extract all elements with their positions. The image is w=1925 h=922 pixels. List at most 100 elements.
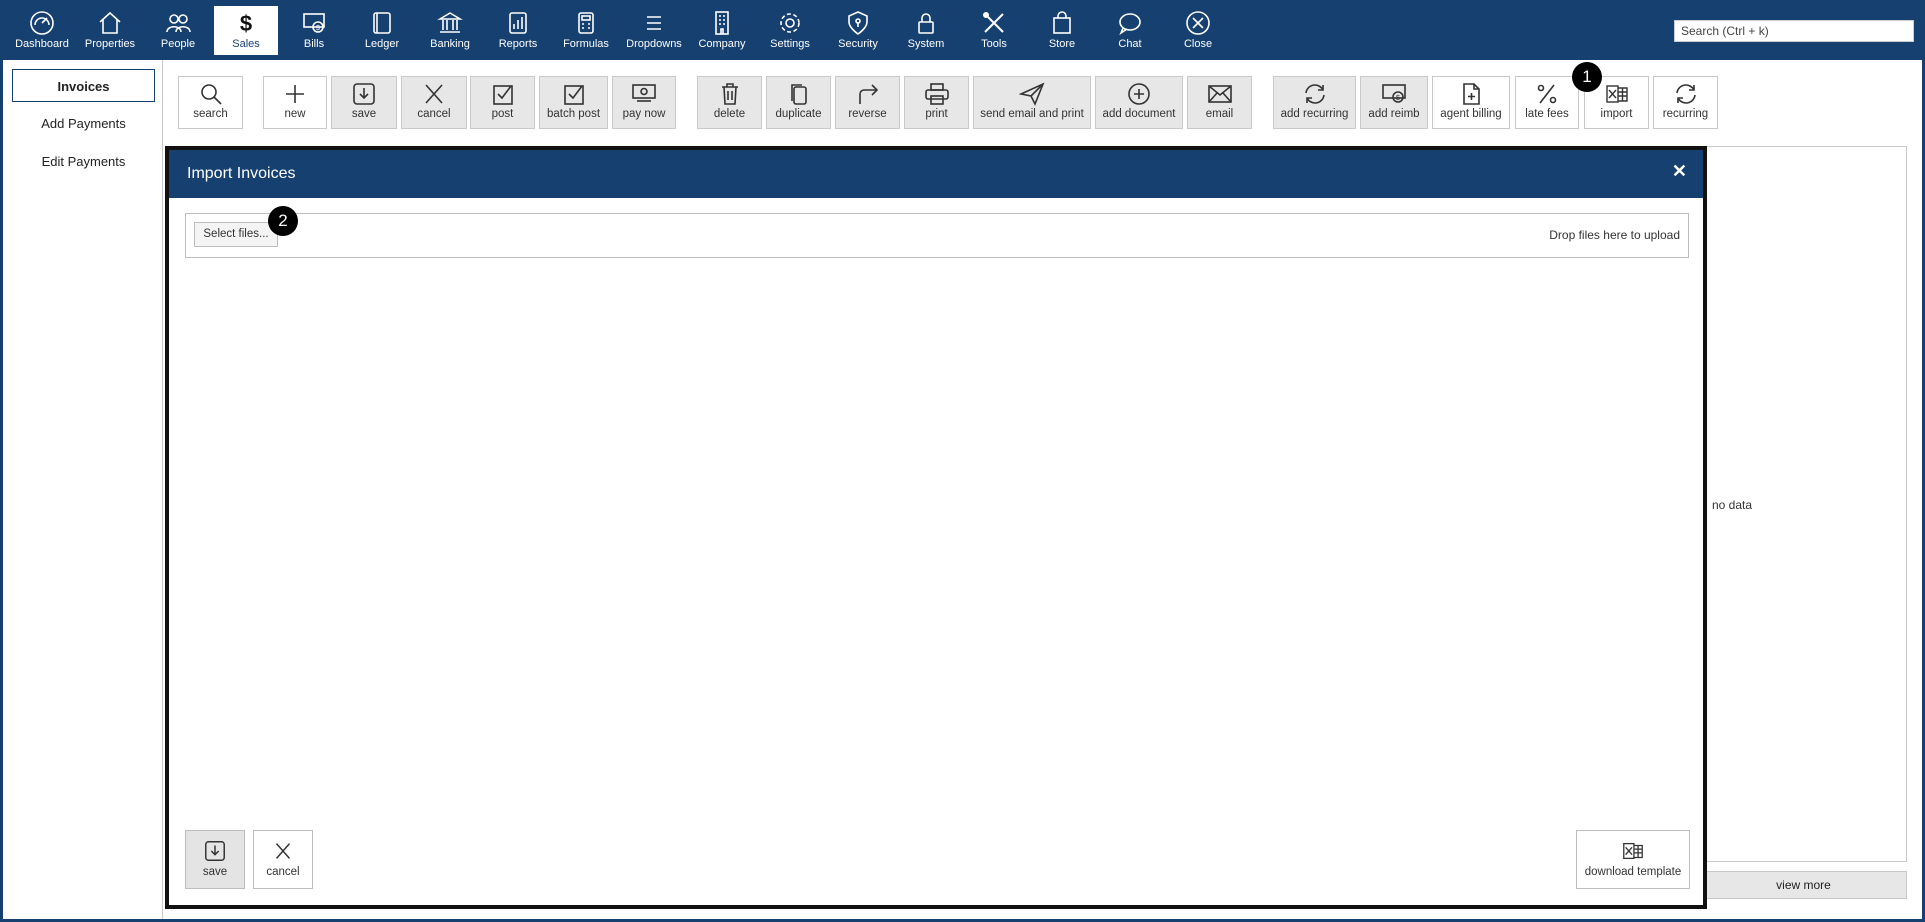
add-document-button-label: add document [1102,108,1176,120]
money-icon [632,84,656,102]
nav-tools[interactable]: Tools [962,6,1026,55]
add-recurring-button[interactable]: add recurring [1273,76,1356,129]
late-fees-button[interactable]: late fees [1515,76,1579,129]
bank-icon [437,12,463,33]
sidebar-item-add-payments[interactable]: Add Payments [12,107,155,140]
x-icon [425,84,443,104]
nav-close[interactable]: Close [1166,6,1230,55]
nav-dashboard[interactable]: Dashboard [10,6,74,55]
pay-now-button[interactable]: pay now [612,76,676,129]
email-button-label: email [1205,108,1234,120]
sidebar-item-invoices[interactable]: Invoices [12,69,155,102]
nav-sales-label: Sales [232,38,260,50]
delete-button-label: delete [713,108,746,120]
import-button-label: import [1600,108,1633,120]
nav-dashboard-label: Dashboard [15,38,69,50]
recurring-button[interactable]: recurring [1653,76,1718,129]
nav-reports-label: Reports [498,38,538,50]
people-icon [166,14,191,33]
svg-text:$: $ [316,25,320,32]
nav-properties-label: Properties [84,38,136,50]
bag-icon [1053,11,1071,34]
close-icon[interactable]: ✕ [1672,161,1687,182]
agent-billing-button-label: agent billing [1440,108,1502,120]
close-circle-icon [1186,11,1210,35]
bill-icon: $ [303,13,325,33]
print-button-label: print [925,108,948,120]
send-email-and-print-button[interactable]: send email and print [973,76,1091,129]
nav-close-label: Close [1183,38,1213,50]
search-button[interactable]: search [178,76,243,129]
dialog-cancel-button[interactable]: cancel [253,830,313,889]
batch-post-button-label: batch post [546,108,601,120]
nav-company-label: Company [698,38,746,50]
nav-bills-label: Bills [303,38,325,50]
search-icon [200,84,222,105]
save-icon [205,841,225,861]
nav-chat[interactable]: Chat [1098,6,1162,55]
nav-ledger[interactable]: Ledger [350,6,414,55]
duplicate-button-label: duplicate [775,108,822,120]
add-reimb-button[interactable]: $ add reimb [1360,76,1428,129]
select-files-button[interactable]: Select files... [194,222,278,247]
check-box-icon [563,85,584,105]
batch-post-button[interactable]: batch post [539,76,608,129]
print-button[interactable]: print [904,76,969,129]
add-document-button[interactable]: add document [1095,76,1183,129]
nav-bills[interactable]: $ Bills [282,6,346,55]
save-button-label: save [351,108,377,120]
nav-reports[interactable]: Reports [486,6,550,55]
send-icon [1019,82,1045,106]
download-template-button[interactable]: download template [1576,830,1690,889]
cancel-button[interactable]: cancel [401,76,467,129]
top-navigation: Dashboard Properties People $ Sales $ Bi… [0,0,1925,60]
post-button-label: post [491,108,514,120]
plus-circle-icon [1128,83,1150,105]
grid-empty-text: no data [1712,498,1753,512]
nav-system[interactable]: System [894,6,958,55]
delete-button[interactable]: delete [697,76,762,129]
redo-arrow-icon [858,84,878,104]
nav-dropdowns[interactable]: Dropdowns [622,6,686,55]
nav-chat-label: Chat [1118,38,1142,50]
svg-text:$: $ [240,11,252,36]
nav-formulas[interactable]: Formulas [554,6,618,55]
nav-ledger-label: Ledger [364,38,400,50]
list-icon [647,16,661,30]
dialog-title: Import Invoices [187,165,296,182]
send-email-and-print-button-label: send email and print [980,108,1084,120]
duplicate-button[interactable]: duplicate [766,76,831,129]
sidebar: Invoices Add Payments Edit Payments [3,60,163,919]
new-button[interactable]: new [263,76,327,129]
reverse-button[interactable]: reverse [835,76,900,129]
post-button[interactable]: post [470,76,535,129]
nav-security[interactable]: Security [826,6,890,55]
excel-icon [1605,85,1628,103]
step-badge-1: 1 [1572,62,1602,92]
dialog-save-button[interactable]: save [185,830,245,889]
nav-banking[interactable]: Banking [418,6,482,55]
nav-people[interactable]: People [146,6,210,55]
agent-billing-button[interactable]: agent billing [1432,76,1510,129]
nav-people-label: People [160,38,196,50]
save-icon [353,83,375,105]
nav-properties[interactable]: Properties [78,6,142,55]
nav-banking-label: Banking [430,38,470,50]
building-icon [715,11,729,35]
nav-system-label: System [907,38,945,50]
tools-icon [983,12,1004,33]
nav-settings[interactable]: Settings [758,6,822,55]
nav-store[interactable]: Store [1030,6,1094,55]
sidebar-item-edit-payments[interactable]: Edit Payments [12,145,155,178]
search-input[interactable]: Search (Ctrl + k) [1674,20,1914,42]
file-upload-dropzone[interactable]: Select files... Drop files here to uploa… [185,213,1689,258]
reverse-button-label: reverse [848,108,887,120]
view-more-button[interactable]: view more [1700,871,1907,899]
nav-sales[interactable]: $ Sales [214,6,278,55]
email-button[interactable]: email [1187,76,1252,129]
calculator-icon [578,12,594,34]
save-button[interactable]: save [331,76,397,129]
nav-company[interactable]: Company [690,6,754,55]
refresh-icon [1304,84,1325,104]
late-fees-button-label: late fees [1525,108,1569,120]
